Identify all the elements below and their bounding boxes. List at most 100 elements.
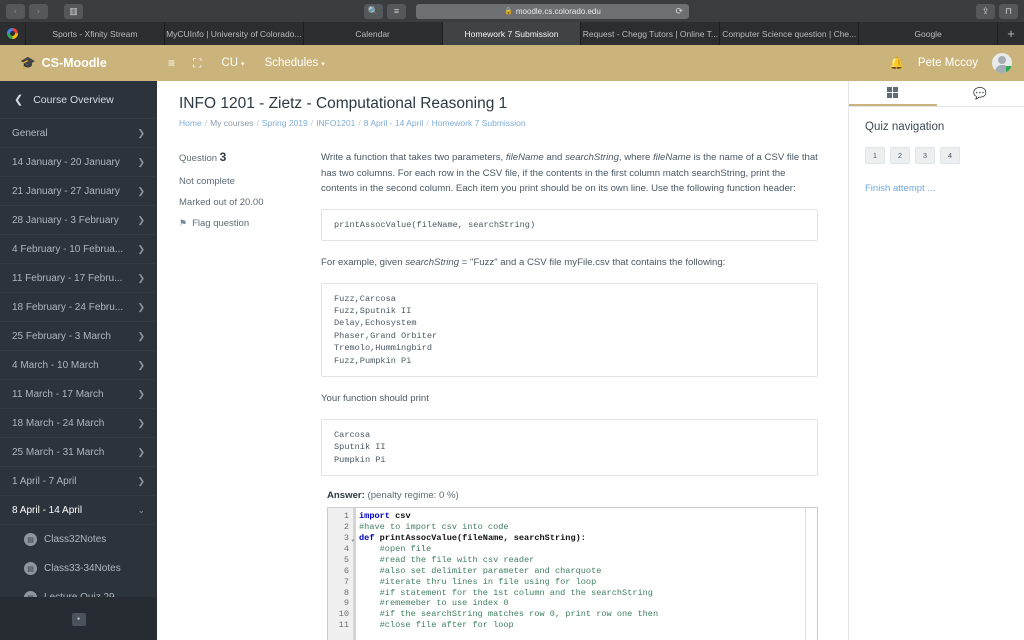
page-title: INFO 1201 - Zietz - Computational Reason… bbox=[179, 95, 508, 112]
chevron-left-icon: ❮ bbox=[14, 94, 24, 106]
drawer-item-label: 11 March - 17 March bbox=[12, 388, 104, 400]
browser-tab[interactable]: Computer Science question | Che... bbox=[720, 22, 860, 45]
breadcrumb-item[interactable]: 8 April - 14 April bbox=[364, 118, 424, 128]
address-bar[interactable]: 🔒 moodle.cs.colorado.edu ⟳ bbox=[416, 3, 689, 19]
course-drawer: ❮ Course Overview General ❯ 14 January - 2… bbox=[0, 81, 157, 640]
finish-attempt-link[interactable]: Finish attempt ... bbox=[865, 183, 935, 194]
share-icon[interactable]: ⇪ bbox=[976, 3, 995, 19]
editor-line-number: 5 bbox=[328, 555, 353, 566]
fullscreen-icon[interactable]: ⛶ bbox=[193, 56, 201, 71]
tab-quiz-navigation[interactable] bbox=[849, 81, 937, 106]
bell-icon[interactable]: 🔔 bbox=[889, 56, 904, 70]
course-overview-header[interactable]: ❮ Course Overview bbox=[0, 81, 157, 119]
back-icon[interactable]: ‹ bbox=[6, 3, 25, 19]
quiz-nav-question-button[interactable]: 4 bbox=[940, 147, 960, 164]
tab-messages[interactable]: 💬 bbox=[937, 81, 1024, 106]
browser-tab[interactable]: Calendar bbox=[304, 22, 443, 45]
reload-icon[interactable]: ⟳ bbox=[675, 6, 683, 17]
editor-indent-guide bbox=[355, 508, 356, 640]
drawer-item-3[interactable]: 28 January - 3 February ❯ bbox=[0, 206, 157, 235]
quiz-nav-question-button[interactable]: 2 bbox=[890, 147, 910, 164]
drawer-item-label: 18 March - 24 March bbox=[12, 417, 105, 429]
drawer-resource-item[interactable]: ▤ Class32Notes bbox=[0, 525, 157, 554]
reader-view-icon[interactable]: ≡ bbox=[387, 3, 406, 19]
brand-label: CS-Moodle bbox=[41, 56, 107, 70]
code-line: #also set delimiter parameter and charqu… bbox=[359, 566, 805, 577]
drawer-item-12[interactable]: 1 April - 7 April ❯ bbox=[0, 467, 157, 496]
question-number-label: Question bbox=[179, 153, 218, 164]
line-number-text: 7 bbox=[343, 576, 349, 587]
drawer-item-label: 4 March - 10 March bbox=[12, 359, 99, 371]
browser-tab[interactable]: Sports - Xfinity Stream bbox=[26, 22, 165, 45]
drawer-item-7[interactable]: 25 February - 3 March ❯ bbox=[0, 322, 157, 351]
drawer-item-6[interactable]: 18 February - 24 Febru... ❯ bbox=[0, 293, 157, 322]
chevron-down-icon: ▾ bbox=[321, 61, 325, 68]
lock-icon: 🔒 bbox=[504, 8, 513, 15]
code-editor[interactable]: 1 2 3 ▾ 4 5 6 7 8 9 10 11 import csv #have to import… bbox=[327, 507, 818, 640]
browser-tab[interactable]: MyCUInfo | University of Colorado... bbox=[165, 22, 304, 45]
forward-icon[interactable]: › bbox=[29, 3, 48, 19]
nav-menu-item[interactable]: CU ▾ bbox=[221, 57, 244, 69]
question-body: Write a function that takes two paramete… bbox=[321, 150, 848, 640]
nav-menu-item[interactable]: Schedules ▾ bbox=[265, 57, 325, 69]
code-token: #if statement for the 1st column and the… bbox=[359, 587, 653, 598]
code-token: #read the file with csv reader bbox=[359, 554, 535, 565]
hamburger-icon[interactable]: ≡ bbox=[168, 56, 175, 70]
chevron-right-icon: ❯ bbox=[137, 127, 145, 138]
new-tab-button[interactable]: + bbox=[998, 22, 1024, 45]
drawer-resource-item[interactable]: ▤Lecture Quiz 29 bbox=[0, 583, 157, 597]
sidebar-icon[interactable]: ▥ bbox=[64, 3, 83, 19]
flag-icon: ⚑ bbox=[179, 218, 188, 228]
breadcrumb-item[interactable]: Spring 2019 bbox=[262, 118, 308, 128]
drawer-scroll-region: ❮ Course Overview General ❯ 14 January - 2… bbox=[0, 81, 157, 597]
prompt-seg-2: and bbox=[543, 152, 566, 163]
moodle-navbar: 🎓 CS-Moodle ≡ ⛶ CU ▾ Schedules ▾ 🔔 Pete Mcc… bbox=[0, 45, 1024, 81]
search-icon[interactable]: 🔍 bbox=[364, 3, 383, 19]
quiz-navigation-panel: 💬 Quiz navigation 1234 Finish attempt ..… bbox=[849, 81, 1024, 640]
drawer-item-8[interactable]: 4 March - 10 March ❯ bbox=[0, 351, 157, 380]
example-seg-1: For example, given bbox=[321, 257, 406, 269]
code-line: #if statement for the 1st column and the… bbox=[359, 588, 805, 599]
chevron-right-icon: ❯ bbox=[137, 156, 145, 167]
page-header: INFO 1201 - Zietz - Computational Reason… bbox=[157, 81, 848, 128]
code-line: #have to import csv into code bbox=[359, 522, 805, 533]
show-tabs-icon[interactable]: ⊓ bbox=[999, 3, 1018, 19]
drawer-item-13[interactable]: 8 April - 14 April ⌄ bbox=[0, 496, 157, 525]
editor-vertical-scrollbar[interactable] bbox=[805, 508, 817, 640]
drawer-item-9[interactable]: 11 March - 17 March ❯ bbox=[0, 380, 157, 409]
drawer-resource-item[interactable]: ▤ Class33-34Notes bbox=[0, 554, 157, 583]
drawer-item-5[interactable]: 11 February - 17 Febru... ❯ bbox=[0, 264, 157, 293]
drawer-item-1[interactable]: 14 January - 20 January ❯ bbox=[0, 148, 157, 177]
drawer-item-0[interactable]: General ❯ bbox=[0, 119, 157, 148]
browser-tab[interactable]: Homework 7 Submission bbox=[442, 22, 582, 45]
browser-tab[interactable]: Google bbox=[859, 22, 999, 45]
code-token: #open file bbox=[359, 543, 432, 554]
site-brand[interactable]: 🎓 CS-Moodle bbox=[0, 56, 160, 71]
example-seg-2: = "Fuzz" and a CSV file myFile.csv that … bbox=[459, 257, 726, 269]
breadcrumb-item[interactable]: INFO1201 bbox=[316, 118, 355, 128]
chevron-right-icon: ❯ bbox=[137, 330, 145, 341]
breadcrumb-item[interactable]: Home bbox=[179, 118, 202, 128]
browser-tab[interactable]: Request - Chegg Tutors | Online T... bbox=[581, 22, 721, 45]
drawer-item-label: 11 February - 17 Febru... bbox=[12, 272, 123, 284]
drawer-item-10[interactable]: 18 March - 24 March ❯ bbox=[0, 409, 157, 438]
drawer-item-4[interactable]: 4 February - 10 Februa... ❯ bbox=[0, 235, 157, 264]
user-name[interactable]: Pete Mccoy bbox=[918, 57, 978, 69]
drawer-item-11[interactable]: 25 March - 31 March ❯ bbox=[0, 438, 157, 467]
quiz-nav-question-button[interactable]: 3 bbox=[915, 147, 935, 164]
line-number-text: 11 bbox=[338, 620, 349, 631]
avatar[interactable] bbox=[992, 53, 1012, 73]
code-token: #have to import csv into code bbox=[359, 522, 509, 533]
editor-line-number: 6 bbox=[328, 566, 353, 577]
flag-question-button[interactable]: ⚑ Flag question bbox=[179, 218, 321, 229]
breadcrumb-item[interactable]: Homework 7 Submission bbox=[432, 118, 526, 128]
editor-code-area[interactable]: import csv #have to import csv into code d… bbox=[354, 508, 805, 640]
drawer-item-list: General ❯ 14 January - 20 January ❯ 21 Janua… bbox=[0, 119, 157, 597]
nav-icon-group: ≡ ⛶ bbox=[168, 56, 201, 71]
drawer-item-2[interactable]: 21 January - 27 January ❯ bbox=[0, 177, 157, 206]
code-line: def printAssocValue(fileName, searchStri… bbox=[359, 533, 805, 544]
quiz-nav-question-button[interactable]: 1 bbox=[865, 147, 885, 164]
drawer-toggle-button[interactable]: ▪ bbox=[71, 612, 86, 626]
code-line: #open file bbox=[359, 544, 805, 555]
example-text: For example, given searchString = "Fuzz"… bbox=[321, 255, 818, 271]
